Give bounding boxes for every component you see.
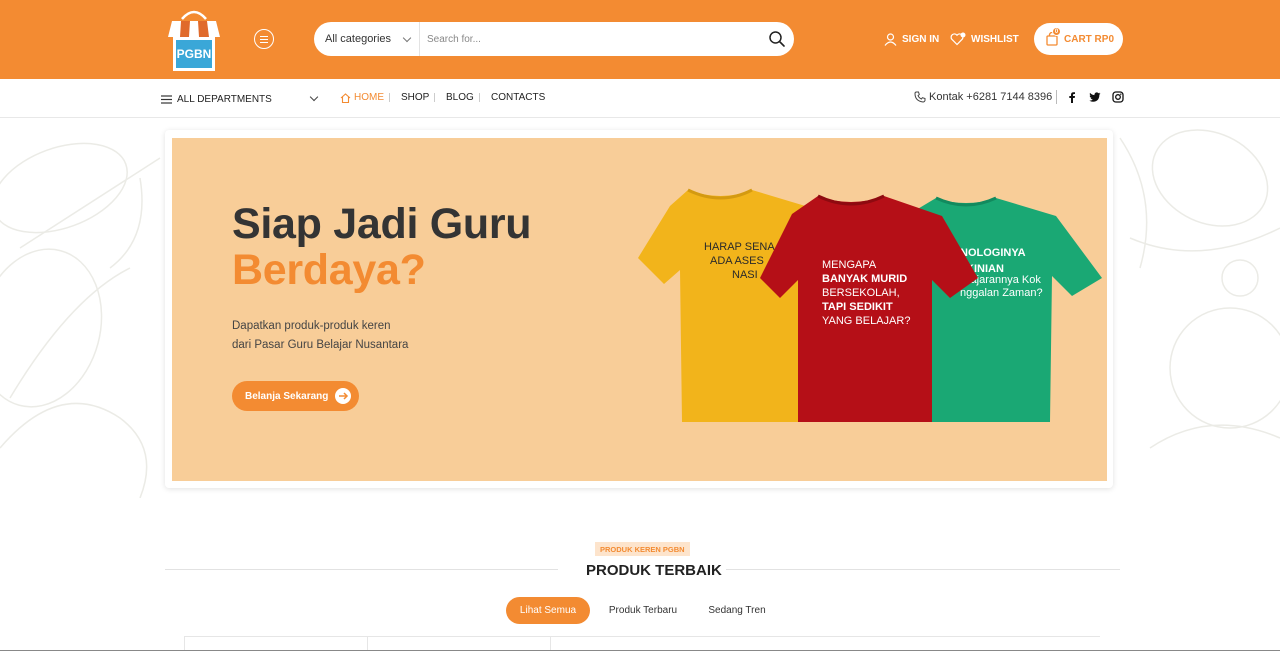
- nav-blog[interactable]: BLOG: [446, 92, 474, 103]
- svg-text:BANYAK MURID: BANYAK MURID: [822, 273, 907, 285]
- nav-contacts-label: CONTACTS: [491, 92, 546, 103]
- store-logo[interactable]: PGBN: [168, 7, 220, 73]
- hero-title-line2: Berdaya?: [232, 246, 426, 294]
- section-title: PRODUK TERBAIK: [586, 562, 722, 579]
- facebook-icon[interactable]: [1066, 91, 1078, 103]
- nav-shop[interactable]: SHOP: [401, 92, 429, 103]
- category-select-value: All categories: [325, 33, 392, 45]
- svg-text:NOLOGINYA: NOLOGINYA: [960, 247, 1026, 259]
- product-grid-divider: [184, 636, 185, 651]
- nav-divider: [479, 93, 480, 102]
- tab-label: Sedang Tren: [708, 605, 766, 616]
- tab-produk-terbaru[interactable]: Produk Terbaru: [602, 597, 684, 624]
- nav-contacts[interactable]: CONTACTS: [491, 92, 545, 103]
- main-navigation: ALL DEPARTMENTS HOME SHOP BLOG CONTACTS …: [0, 79, 1280, 118]
- nav-divider: [389, 93, 390, 102]
- shop-now-button[interactable]: Belanja Sekarang: [232, 381, 359, 411]
- chevron-down-icon: [402, 33, 412, 43]
- svg-text:YANG BELAJAR?: YANG BELAJAR?: [822, 315, 910, 327]
- hamburger-menu-button[interactable]: [254, 29, 274, 49]
- sign-in-link[interactable]: SIGN IN: [884, 30, 939, 48]
- all-departments-label: ALL DEPARTMENTS: [177, 93, 272, 105]
- cart-button[interactable]: 0 CART RP0: [1034, 23, 1123, 55]
- wishlist-link[interactable]: WISHLIST: [950, 30, 1019, 48]
- heart-icon: [950, 32, 966, 46]
- nav-blog-label: BLOG: [446, 92, 474, 103]
- all-departments-dropdown[interactable]: ALL DEPARTMENTS: [161, 92, 321, 106]
- user-icon: [884, 32, 897, 46]
- search-input[interactable]: [421, 22, 751, 56]
- product-grid: [184, 636, 1100, 651]
- nav-home-label: HOME: [354, 92, 384, 103]
- product-grid-divider: [550, 636, 551, 651]
- svg-text:PGBN: PGBN: [177, 47, 212, 61]
- svg-text:HARAP SENA: HARAP SENA: [704, 241, 775, 253]
- arrow-right-icon: [335, 388, 352, 404]
- nav-home[interactable]: HOME: [340, 92, 384, 103]
- product-grid-divider: [367, 636, 368, 651]
- hero-subtitle-line2: dari Pasar Guru Belajar Nusantara: [232, 339, 409, 351]
- list-menu-icon: [161, 94, 172, 104]
- hero-title-line1: Siap Jadi Guru: [232, 200, 532, 248]
- nav-shop-label: SHOP: [401, 92, 430, 103]
- svg-text:nggalan Zaman?: nggalan Zaman?: [960, 287, 1043, 299]
- svg-text:TAPI SEDIKIT: TAPI SEDIKIT: [822, 301, 893, 313]
- search-icon[interactable]: [768, 30, 786, 48]
- shop-now-label: Belanja Sekarang: [245, 390, 329, 402]
- instagram-icon[interactable]: [1112, 91, 1124, 103]
- svg-text:BERSEKOLAH,: BERSEKOLAH,: [822, 287, 900, 299]
- section-divider-left: [165, 569, 558, 570]
- nav-divider: [434, 93, 435, 102]
- tshirt-products-image: NOLOGINYA KINIAN elajarannya Kok nggalan…: [638, 188, 1102, 422]
- sign-in-label: SIGN IN: [902, 33, 940, 45]
- cart-count-badge: 0: [1052, 27, 1061, 36]
- contact-text: Kontak +6281 7144 8396: [929, 91, 1053, 103]
- tab-sedang-tren[interactable]: Sedang Tren: [700, 597, 774, 624]
- home-icon: [340, 92, 351, 103]
- section-divider-right: [726, 569, 1120, 570]
- social-divider: [1056, 90, 1057, 104]
- svg-text:ADA ASES: ADA ASES: [710, 255, 764, 267]
- category-select[interactable]: All categories: [314, 22, 420, 56]
- phone-icon: [914, 91, 926, 103]
- chevron-down-icon: [309, 92, 319, 102]
- svg-text:MENGAPA: MENGAPA: [822, 259, 877, 271]
- cart-label: CART RP0: [1064, 33, 1115, 45]
- tab-label: Produk Terbaru: [608, 605, 678, 616]
- svg-text:NASI: NASI: [732, 269, 758, 281]
- shopping-bag-icon: 0: [1046, 27, 1061, 46]
- wishlist-label: WISHLIST: [971, 33, 1019, 45]
- tab-lihat-semua[interactable]: Lihat Semua: [506, 597, 590, 624]
- twitter-icon[interactable]: [1089, 91, 1101, 103]
- contact-info: Kontak +6281 7144 8396: [914, 91, 1052, 103]
- search-bar: All categories: [314, 22, 794, 56]
- section-eyebrow: PRODUK KEREN PGBN: [595, 542, 690, 556]
- hero-subtitle-line1: Dapatkan produk-produk keren: [232, 320, 391, 332]
- tab-label: Lihat Semua: [519, 605, 577, 616]
- top-header: PGBN All categories SIGN IN WISHLIST: [0, 0, 1280, 79]
